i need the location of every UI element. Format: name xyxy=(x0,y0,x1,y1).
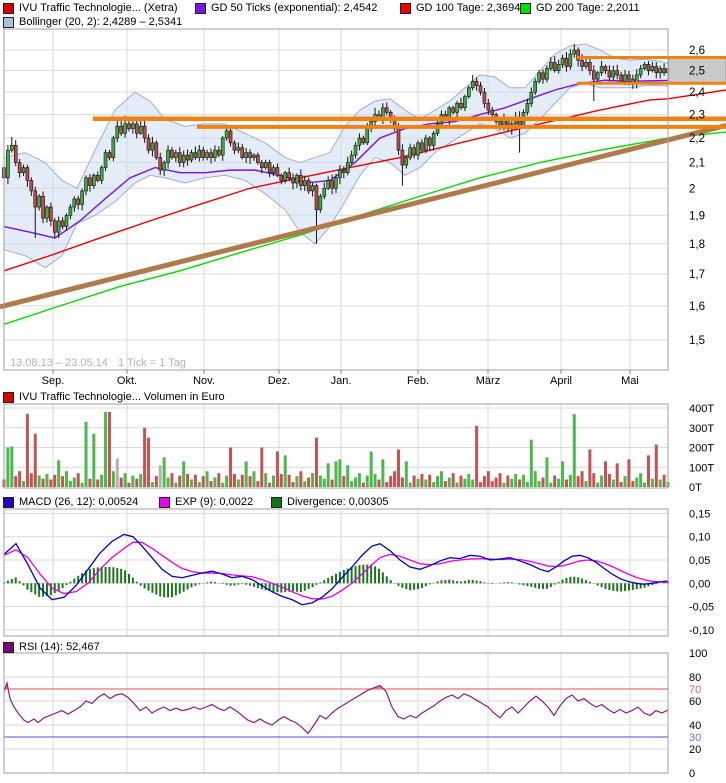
rsi-series-swatch-icon xyxy=(3,642,14,653)
legend-item-exp: EXP (9): 0,0022 xyxy=(159,497,253,508)
svg-text:200T: 200T xyxy=(689,443,714,455)
svg-text:1,9: 1,9 xyxy=(689,210,705,222)
svg-text:100: 100 xyxy=(689,648,707,660)
ivu-series-swatch-icon xyxy=(3,3,14,14)
exp-series-label: EXP (9): 0,0022 xyxy=(175,497,253,508)
date-range-label: 13.08.13 – 23.05.14 1 Tick = 1 Tag xyxy=(10,357,186,369)
legend-item-gd200: GD 200 Tage: 2,2011 xyxy=(520,3,640,14)
volume-axis-labels: 400T 300T 200T 100T 0T xyxy=(689,403,714,494)
svg-text:Feb.: Feb. xyxy=(407,375,429,387)
svg-text:0T: 0T xyxy=(689,482,702,494)
svg-text:30: 30 xyxy=(689,732,701,744)
volume-series-swatch-icon xyxy=(3,392,14,403)
stock-chart-screenshot: 2,6 2,5 2,4 2,3 2,2 2,1 2 1,9 1,8 1,7 1,6 1,5 Sep. Ok… xyxy=(0,0,726,783)
rsi-series-label: RSI (14): 52,467 xyxy=(19,642,100,653)
svg-text:Mai: Mai xyxy=(621,375,639,387)
legend-item-macd: MACD (26, 12): 0,00524 xyxy=(3,497,138,508)
gd100-series-label: GD 100 Tage: 2,3694 xyxy=(416,3,520,14)
gd200-series-swatch-icon xyxy=(520,3,531,14)
svg-text:Dez.: Dez. xyxy=(268,375,291,387)
svg-text:2: 2 xyxy=(689,183,695,195)
legend-item-gd100: GD 100 Tage: 2,3694 xyxy=(400,3,520,14)
macd-histogram xyxy=(4,565,668,598)
svg-text:100T: 100T xyxy=(689,462,714,474)
divergence-series-label: Divergence: 0,00305 xyxy=(287,497,389,508)
svg-text:1,5: 1,5 xyxy=(689,335,705,347)
rsi-grid xyxy=(4,653,668,773)
svg-text:0,15: 0,15 xyxy=(689,508,710,520)
svg-text:300T: 300T xyxy=(689,423,714,435)
svg-text:0,05: 0,05 xyxy=(689,555,710,567)
svg-text:1,8: 1,8 xyxy=(689,239,705,251)
rsi-line xyxy=(4,683,668,733)
legend-item-gd50: GD 50 Ticks (exponential): 2,4542 xyxy=(195,3,377,14)
svg-text:0,00: 0,00 xyxy=(689,578,710,590)
svg-text:13.08.13 – 23.05.14: 13.08.13 – 23.05.14 xyxy=(10,357,108,369)
ivu-series-label: IVU Traffic Technologie... (Xetra) xyxy=(19,3,178,14)
svg-text:1,6: 1,6 xyxy=(689,301,705,313)
rsi-threshold-lines xyxy=(4,689,668,737)
exp-series-swatch-icon xyxy=(159,497,170,508)
volume-series-label: IVU Traffic Technologie... Volumen in Eu… xyxy=(19,392,225,403)
bollinger-series-label: Bollinger (20, 2): 2,4289 – 2,5341 xyxy=(19,17,182,28)
legend-item-rsi: RSI (14): 52,467 xyxy=(3,642,100,653)
legend-item-bollinger: Bollinger (20, 2): 2,4289 – 2,5341 xyxy=(3,17,182,28)
macd-grid xyxy=(4,509,668,636)
svg-text:20: 20 xyxy=(689,744,701,756)
macd-series-label: MACD (26, 12): 0,00524 xyxy=(19,497,138,508)
rsi-axis-labels: 100 807060 403020 0 xyxy=(689,648,707,780)
svg-text:2,3: 2,3 xyxy=(689,110,705,122)
gd200-series-label: GD 200 Tage: 2,2011 xyxy=(536,3,640,14)
svg-text:0,10: 0,10 xyxy=(689,532,710,544)
legend-item-divergence: Divergence: 0,00305 xyxy=(271,497,389,508)
svg-text:400T: 400T xyxy=(689,403,714,415)
svg-text:Okt.: Okt. xyxy=(117,375,137,387)
svg-text:2,5: 2,5 xyxy=(689,66,705,78)
month-axis-labels: Sep. Okt. Nov. Dez. Jan. Feb. März April Mai xyxy=(42,370,639,387)
svg-text:2,4: 2,4 xyxy=(689,87,706,99)
signal-line xyxy=(4,542,668,599)
svg-text:40: 40 xyxy=(689,720,701,732)
svg-text:2,2: 2,2 xyxy=(689,133,705,145)
price-axis-labels: 2,6 2,5 2,4 2,3 2,2 2,1 2 1,9 1,8 1,7 1,6 1,5 xyxy=(689,45,706,347)
svg-text:1 Tick = 1 Tag: 1 Tick = 1 Tag xyxy=(118,357,186,369)
svg-text:1,7: 1,7 xyxy=(689,269,705,281)
bollinger-band xyxy=(4,44,668,268)
gd100-series-swatch-icon xyxy=(400,3,411,14)
svg-text:70: 70 xyxy=(689,684,701,696)
svg-text:80: 80 xyxy=(689,672,701,684)
rsi-border xyxy=(4,653,668,773)
macd-series-swatch-icon xyxy=(3,497,14,508)
svg-text:2,1: 2,1 xyxy=(689,158,705,170)
rsi-overbought-fill xyxy=(5,683,384,689)
macd-axis-labels: 0,15 0,10 0,05 0,00 -0,05 -0,10 xyxy=(689,508,714,637)
volume-bars xyxy=(3,412,670,487)
macd-border xyxy=(4,509,668,636)
svg-text:April: April xyxy=(550,375,572,387)
gd50-series-swatch-icon xyxy=(195,3,206,14)
svg-text:-0,05: -0,05 xyxy=(689,602,714,614)
svg-text:0: 0 xyxy=(689,768,695,780)
svg-text:Nov.: Nov. xyxy=(193,375,215,387)
bollinger-series-swatch-icon xyxy=(3,17,14,28)
svg-text:Jan.: Jan. xyxy=(331,375,352,387)
svg-text:60: 60 xyxy=(689,696,701,708)
svg-text:2,6: 2,6 xyxy=(689,45,705,57)
gd50-series-label: GD 50 Ticks (exponential): 2,4542 xyxy=(211,3,377,14)
svg-text:Sep.: Sep. xyxy=(42,375,65,387)
svg-text:-0,10: -0,10 xyxy=(689,625,714,637)
svg-text:März: März xyxy=(476,375,500,387)
legend-item-volume: IVU Traffic Technologie... Volumen in Eu… xyxy=(3,392,225,403)
divergence-series-swatch-icon xyxy=(271,497,282,508)
legend-item-ivu: IVU Traffic Technologie... (Xetra) xyxy=(3,3,178,14)
